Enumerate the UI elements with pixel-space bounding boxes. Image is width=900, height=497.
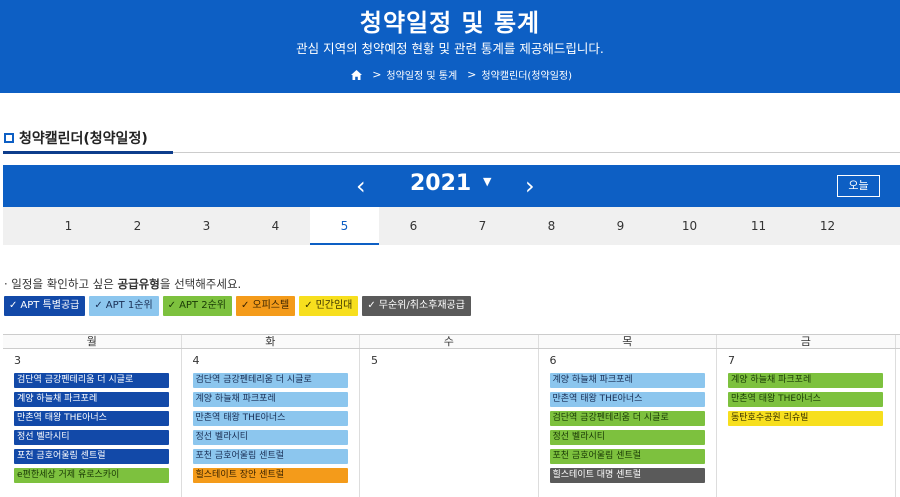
weekday-label: 수 [360,335,539,348]
year-dropdown-icon[interactable]: ▼ [483,175,491,188]
filter-hint: · 일정을 확인하고 싶은 공급유형을 선택해주세요. [4,277,242,291]
breadcrumb-item-calendar[interactable]: > 청약캘린더(청약일정) [467,67,572,82]
month-tab-9[interactable]: 9 [586,207,655,245]
calendar-event[interactable]: 계양 하늘채 파크포레 [192,392,348,407]
check-icon: ✓ [167,300,177,311]
calendar-event[interactable]: 검단역 금강펜테리움 더 시글로 [192,373,348,388]
month-tab-4[interactable]: 4 [241,207,310,245]
month-tab-12[interactable]: 12 [793,207,862,245]
event-list: 계양 하늘채 파크포레만촌역 태왕 THE아너스검단역 금강펜테리움 더 시글로… [549,373,705,483]
calendar-event[interactable]: 계양 하늘채 파크포레 [549,373,705,388]
weekday-label: 목 [539,335,717,348]
calendar-event[interactable]: 동탄호수공원 리슈빌 [728,411,883,426]
weekday-label: 화 [182,335,360,348]
filter-chip[interactable]: ✓ 오피스텔 [235,296,296,316]
page-title: 청약일정 및 통계 [359,9,541,37]
calendar-event[interactable]: 검단역 금강펜테리움 더 시글로 [14,373,169,388]
month-tab-10[interactable]: 10 [655,207,724,245]
supply-type-filters: ✓ APT 특별공급 ✓ APT 1순위 ✓ APT 2순위 ✓ 오피스텔 ✓ 민간임대 ✓ 무순위/… [4,296,471,316]
day-number: 6 [549,354,557,367]
page-header: 청약일정 및 통계 관심 지역의 청약예정 현황 및 관련 통계를 제공해드립니… [0,0,900,93]
next-year-icon[interactable]: › [525,172,535,200]
chevron-right-icon: > [467,68,477,81]
weekday-label: 월 [3,335,182,348]
month-tab-8[interactable]: 8 [517,207,586,245]
today-button[interactable]: 오늘 [837,175,880,197]
calendar-event[interactable]: 정선 벨라시티 [192,430,348,445]
filter-chip-label: APT 특별공급 [20,300,80,311]
weekday-header: 월화수목금 [3,335,900,349]
breadcrumb: > 청약일정 및 통계 > 청약캘린더(청약일정) [351,67,572,82]
filter-chip-label: 민간임대 [315,300,353,311]
check-icon: ✓ [367,300,376,311]
month-tab-5[interactable]: 5 [310,207,379,245]
calendar-event[interactable]: 계양 하늘채 파크포레 [728,373,883,388]
breadcrumb-item-schedule[interactable]: > 청약일정 및 통계 [372,67,457,82]
year-navigator: ‹ 2021 ▼ › 오늘 [3,165,900,207]
check-icon: ✓ [240,300,250,311]
calendar-event[interactable]: 포천 금호어울림 센트럴 [14,449,169,464]
chevron-right-icon: > [372,68,382,81]
filter-chip-label: 오피스텔 [252,300,290,311]
section-title: 청약캘린더(청약일정) [4,128,148,148]
filter-chip-label: 무순위/취소후재공급 [378,300,465,311]
calendar-event[interactable]: 포천 금호어울림 센트럴 [192,449,348,464]
month-tab-1[interactable]: 1 [34,207,103,245]
day-cell: 6 계양 하늘채 파크포레만촌역 태왕 THE아너스검단역 금강펜테리움 더 시글… [539,349,717,497]
check-icon: ✓ [304,300,313,311]
filter-chip[interactable]: ✓ APT 1순위 [89,296,159,316]
calendar-event[interactable]: 만촌역 태왕 THE아너스 [728,392,883,407]
day-cell: 7 계양 하늘채 파크포레만촌역 태왕 THE아너스동탄호수공원 리슈빌 [717,349,896,497]
square-bullet-icon [4,133,14,143]
calendar-event[interactable]: 힐스테이트 대명 센트럴 [549,468,705,483]
month-tabs: 1 2 3 4 5 6 7 8 9 10 11 12 [3,207,900,245]
calendar-event[interactable]: 포천 금호어울림 센트럴 [549,449,705,464]
prev-year-icon[interactable]: ‹ [356,172,366,200]
day-cell: 4 검단역 금강펜테리움 더 시글로계양 하늘채 파크포레만촌역 태왕 THE아너… [182,349,360,497]
month-tab-2[interactable]: 2 [103,207,172,245]
year-label[interactable]: 2021 [410,171,471,196]
calendar-event[interactable]: 만촌역 태왕 THE아너스 [192,411,348,426]
home-icon[interactable] [351,69,363,80]
filter-chip[interactable]: ✓ APT 2순위 [162,296,232,316]
calendar-event[interactable]: 정선 벨라시티 [14,430,169,445]
day-cell: 3 검단역 금강펜테리움 더 시글로계양 하늘채 파크포레만촌역 태왕 THE아너… [3,349,182,497]
filter-chip[interactable]: ✓ 무순위/취소후재공급 [362,296,471,316]
calendar-event[interactable]: 정선 벨라시티 [549,430,705,445]
calendar-event[interactable]: e편한세상 거제 유로스카이 [14,468,169,483]
filter-chip-label: APT 1순위 [105,300,153,311]
filter-chip[interactable]: ✓ APT 특별공급 [4,296,86,316]
check-icon: ✓ [9,300,18,311]
calendar-event[interactable]: 만촌역 태왕 THE아너스 [549,392,705,407]
day-number: 5 [371,354,378,367]
calendar-event[interactable]: 검단역 금강펜테리움 더 시글로 [549,411,705,426]
calendar-event[interactable]: 만촌역 태왕 THE아너스 [14,411,169,426]
filter-chip-label: APT 2순위 [179,300,226,311]
day-number: 7 [728,354,735,367]
month-tab-3[interactable]: 3 [172,207,241,245]
day-number: 3 [14,354,21,367]
month-tab-7[interactable]: 7 [448,207,517,245]
calendar-event[interactable]: 힐스테이트 장안 센트럴 [192,468,348,483]
day-number: 4 [192,354,200,367]
page-subtitle: 관심 지역의 청약예정 현황 및 관련 통계를 제공해드립니다. [296,41,604,56]
event-list: 계양 하늘채 파크포레만촌역 태왕 THE아너스동탄호수공원 리슈빌 [728,373,883,426]
event-list: 검단역 금강펜테리움 더 시글로계양 하늘채 파크포레만촌역 태왕 THE아너스… [192,373,348,483]
month-tab-11[interactable]: 11 [724,207,793,245]
check-icon: ✓ [94,300,103,311]
calendar-week-row: 3 검단역 금강펜테리움 더 시글로 계양 하늘채 파크포레 만촌역 태왕 THE아너… [3,349,900,497]
filter-chip[interactable]: ✓ 민간임대 [299,296,359,316]
month-tab-6[interactable]: 6 [379,207,448,245]
day-cell: 5 [360,349,539,497]
event-list: 검단역 금강펜테리움 더 시글로계양 하늘채 파크포레만촌역 태왕 THE아너스… [14,373,169,483]
calendar-grid: 월화수목금 3 검단역 금강펜테리움 더 시글로 계양 하늘채 파크포레 만촌역 태왕… [3,334,900,497]
section-divider-accent [3,151,173,154]
weekday-label: 금 [717,335,896,348]
calendar-event[interactable]: 계양 하늘채 파크포레 [14,392,169,407]
